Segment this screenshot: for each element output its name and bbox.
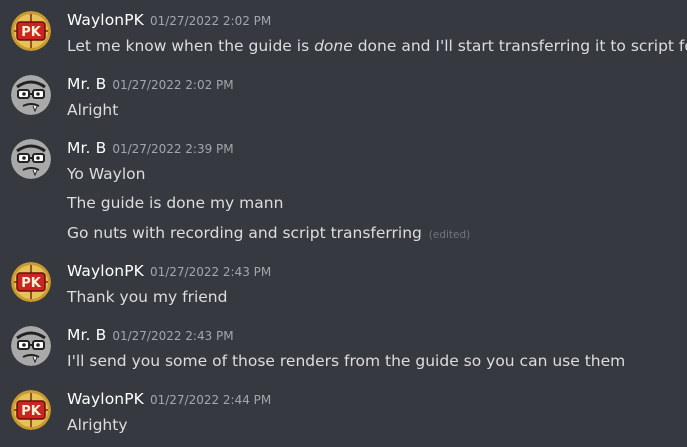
username[interactable]: WaylonPK (67, 11, 144, 29)
timestamp: 01/27/2022 2:02 PM (112, 78, 234, 92)
timestamp: 01/27/2022 2:02 PM (149, 14, 272, 28)
pk-logo-avatar[interactable]: PK (11, 390, 51, 430)
timestamp: 01/27/2022 2:43 PM (112, 329, 234, 343)
message-header: WaylonPK 01/27/2022 2:44 PM (67, 388, 271, 410)
message-text: The guide is done my mann (67, 194, 284, 212)
username[interactable]: Mr. B (67, 75, 106, 93)
pk-logo-avatar[interactable]: PK (11, 262, 51, 302)
message-header: WaylonPK 01/27/2022 2:43 PM (67, 260, 271, 282)
message-text: I'll send you some of those renders from… (67, 352, 626, 370)
timestamp: 01/27/2022 2:43 PM (149, 265, 272, 279)
pk-logo-avatar[interactable]: PK (11, 11, 51, 51)
cartoon-face-avatar[interactable] (11, 75, 51, 115)
username[interactable]: Mr. B (67, 326, 106, 344)
svg-text:PK: PK (21, 25, 42, 40)
message-list: PK WaylonPK 01/27/2022 2:02 PM Let me kno… (0, 0, 687, 447)
message-text: Go nuts with recording and script transf… (67, 224, 471, 242)
message-header: Mr. B 01/27/2022 2:43 PM (67, 324, 234, 346)
username[interactable]: Mr. B (67, 139, 106, 157)
message-header: Mr. B 01/27/2022 2:39 PM (67, 137, 234, 159)
timestamp: 01/27/2022 2:44 PM (149, 393, 272, 407)
message-header: Mr. B 01/27/2022 2:02 PM (67, 73, 234, 95)
timestamp: 01/27/2022 2:39 PM (112, 142, 234, 156)
username[interactable]: WaylonPK (67, 390, 144, 408)
svg-text:PK: PK (21, 404, 42, 419)
message-text: Thank you my friend (67, 288, 228, 306)
message-text: Let me know when the guide is done done … (67, 37, 687, 55)
cartoon-face-avatar[interactable] (11, 139, 51, 179)
cartoon-face-avatar[interactable] (11, 326, 51, 366)
message-text: Yo Waylon (67, 165, 146, 183)
italic-text: done (314, 37, 353, 55)
message-text: Alright (67, 101, 119, 119)
edited-label: (edited) (428, 229, 471, 241)
message-header: WaylonPK 01/27/2022 2:02 PM (67, 9, 271, 31)
username[interactable]: WaylonPK (67, 262, 144, 280)
message-text: Alrighty (67, 416, 128, 434)
svg-text:PK: PK (21, 276, 42, 291)
